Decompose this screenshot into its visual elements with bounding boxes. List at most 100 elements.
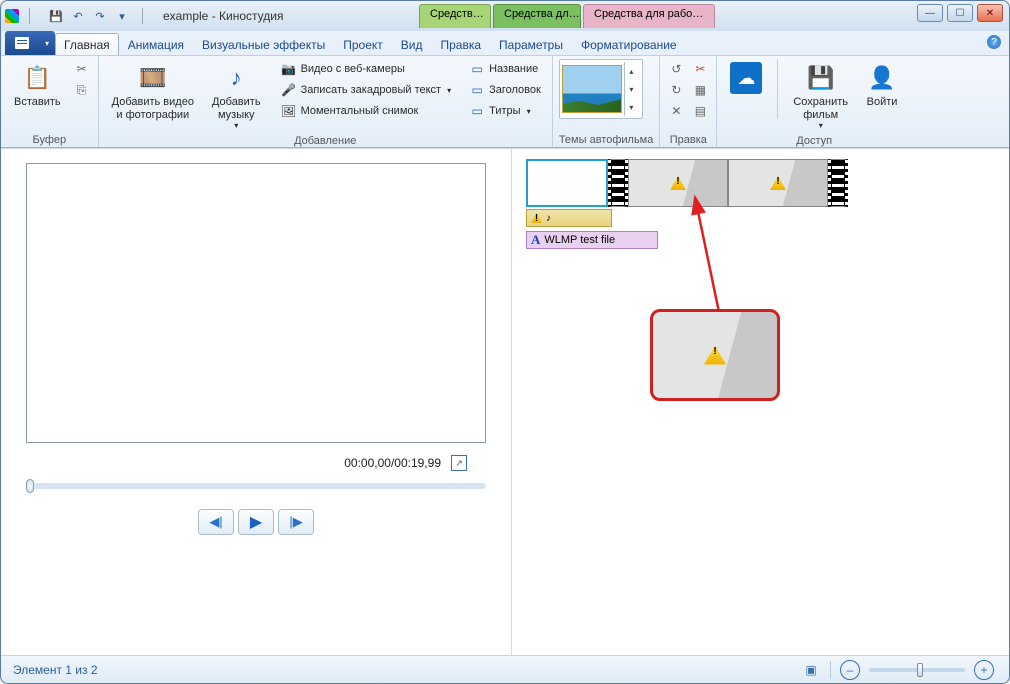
status-text: Элемент 1 из 2: [13, 663, 98, 677]
text-clip-label: WLMP test file: [544, 234, 615, 246]
tab-visual-effects[interactable]: Визуальные эффекты: [193, 33, 334, 55]
undo-button[interactable]: ↶: [68, 6, 88, 26]
add-credits-button[interactable]: ▭Титры▾: [464, 101, 546, 121]
select-all-button[interactable]: ✂: [690, 59, 710, 79]
tab-animation[interactable]: Анимация: [119, 33, 193, 55]
webcam-video-button[interactable]: 📷Видео с веб-камеры: [276, 59, 457, 79]
seek-thumb[interactable]: [26, 479, 34, 493]
playback-controls: ◀| ▶ |▶: [21, 509, 491, 535]
minimize-button[interactable]: —: [917, 4, 943, 22]
add-video-button[interactable]: 🎞️ Добавить видео и фотографии: [105, 59, 201, 124]
content-area: 00:00,00/00:19,99 ↗ ◀| ▶ |▶ ♪: [1, 148, 1009, 655]
microphone-icon: 🎤: [281, 82, 297, 98]
group-add: 🎞️ Добавить видео и фотографии ♪ Добавит…: [99, 56, 553, 147]
title-icon: ▭: [469, 61, 485, 77]
close-button[interactable]: ✕: [977, 4, 1003, 22]
status-bar: Элемент 1 из 2 ▣ – +: [1, 655, 1009, 683]
tab-edit[interactable]: Правка: [431, 33, 490, 55]
text-icon: A: [531, 232, 540, 248]
title-bar: 💾 ↶ ↷ ▾ example - Киностудия Средств… Ср…: [1, 1, 1009, 31]
app-icon: [5, 9, 19, 23]
file-menu[interactable]: [5, 31, 55, 55]
group-edit-label: Правка: [666, 132, 710, 147]
contextual-tabs: Средств… Средства дл… Средства для рабо…: [419, 4, 717, 28]
prev-frame-button[interactable]: ◀|: [198, 509, 234, 535]
save-movie-icon: 💾: [805, 62, 837, 94]
video-track: [526, 159, 995, 207]
redo-button[interactable]: ↷: [90, 6, 110, 26]
clip-missing-2[interactable]: [728, 159, 828, 207]
group-add-label: Добавление: [105, 133, 546, 148]
tool-button-3[interactable]: ▤: [690, 101, 710, 121]
music-icon: ♪: [220, 62, 252, 94]
group-clipboard-label: Буфер: [7, 132, 92, 147]
tab-options[interactable]: Параметры: [490, 33, 572, 55]
warning-icon: [770, 176, 786, 190]
audio-track[interactable]: ♪: [526, 209, 612, 227]
cut-button[interactable]: ✂: [72, 59, 92, 79]
tab-format[interactable]: Форматирование: [572, 33, 686, 55]
onedrive-icon: ☁: [730, 62, 762, 94]
video-photos-icon: 🎞️: [137, 62, 169, 94]
onedrive-button[interactable]: ☁: [723, 59, 769, 99]
zoom-out-button[interactable]: –: [840, 660, 860, 680]
add-title-button[interactable]: ▭Название: [464, 59, 546, 79]
next-frame-button[interactable]: |▶: [278, 509, 314, 535]
gallery-expand[interactable]: ▴▾▾: [624, 62, 638, 116]
fullscreen-icon[interactable]: ↗: [451, 455, 467, 471]
copy-button[interactable]: ⎘: [72, 80, 92, 100]
delete-button[interactable]: ✕: [666, 101, 686, 121]
zoom-slider[interactable]: [869, 668, 965, 672]
tool-button-2[interactable]: ▦: [690, 80, 710, 100]
zoom-in-button[interactable]: +: [974, 660, 994, 680]
tab-home[interactable]: Главная: [55, 33, 119, 55]
clip-missing-1[interactable]: [628, 159, 728, 207]
user-icon: 👤: [866, 62, 898, 94]
help-icon[interactable]: ?: [987, 35, 1001, 49]
rotate-left-button[interactable]: ↺: [666, 59, 686, 79]
context-tab-1[interactable]: Средств…: [419, 4, 491, 28]
group-share: ☁ 💾 Сохранить фильм ▾ 👤 Войти Доступ: [717, 56, 911, 147]
seek-bar[interactable]: [26, 483, 486, 489]
maximize-button[interactable]: ☐: [947, 4, 973, 22]
group-edit: ↺ ↻ ✕ ✂ ▦ ▤ Правка: [660, 56, 717, 147]
qat-more-button[interactable]: ▾: [112, 6, 132, 26]
ribbon-body: 📋 Вставить ✂ ⎘ Буфер 🎞️ Добавить видео и…: [1, 55, 1009, 147]
clip-transition-2[interactable]: [828, 159, 848, 207]
context-tab-2[interactable]: Средства дл…: [493, 4, 581, 28]
save-movie-label: Сохранить фильм: [793, 96, 848, 121]
audio-note-icon: ♪: [546, 213, 551, 224]
signin-button[interactable]: 👤 Войти: [859, 59, 905, 112]
add-caption-button[interactable]: ▭Заголовок: [464, 80, 546, 100]
snapshot-button[interactable]: 🖼Моментальный снимок: [276, 101, 457, 121]
zoom-slider-thumb[interactable]: [917, 663, 923, 677]
text-track[interactable]: A WLMP test file: [526, 231, 658, 249]
play-button[interactable]: ▶: [238, 509, 274, 535]
add-music-button[interactable]: ♪ Добавить музыку ▾: [205, 59, 268, 133]
app-window: 💾 ↶ ↷ ▾ example - Киностудия Средств… Ср…: [0, 0, 1010, 684]
save-button[interactable]: 💾: [46, 6, 66, 26]
callout-zoom: [650, 309, 780, 401]
snapshot-icon: 🖼: [281, 103, 297, 119]
paste-label: Вставить: [14, 96, 61, 109]
warning-icon: [670, 176, 686, 190]
webcam-icon: 📷: [281, 61, 297, 77]
theme-thumbnail[interactable]: [562, 65, 622, 113]
clip-blank[interactable]: [526, 159, 608, 207]
add-video-label: Добавить видео и фотографии: [112, 96, 194, 121]
paste-button[interactable]: 📋 Вставить: [7, 59, 68, 112]
themes-gallery[interactable]: ▴▾▾: [559, 59, 643, 119]
record-narration-button[interactable]: 🎤Записать закадровый текст▾: [276, 80, 457, 100]
ribbon-tabs: Главная Анимация Визуальные эффекты Прое…: [1, 31, 1009, 55]
clip-transition[interactable]: [608, 159, 628, 207]
add-music-label: Добавить музыку: [212, 96, 261, 121]
group-themes: ▴▾▾ Темы автофильма: [553, 56, 661, 147]
tab-view[interactable]: Вид: [392, 33, 432, 55]
view-mode-button[interactable]: ▣: [801, 660, 821, 680]
rotate-right-button[interactable]: ↻: [666, 80, 686, 100]
timeline-pane: ♪ A WLMP test file: [511, 149, 1009, 655]
context-tab-3[interactable]: Средства для рабо…: [583, 4, 715, 28]
save-movie-button[interactable]: 💾 Сохранить фильм ▾: [786, 59, 855, 133]
quick-access-toolbar: 💾 ↶ ↷ ▾: [46, 6, 132, 26]
tab-project[interactable]: Проект: [334, 33, 392, 55]
